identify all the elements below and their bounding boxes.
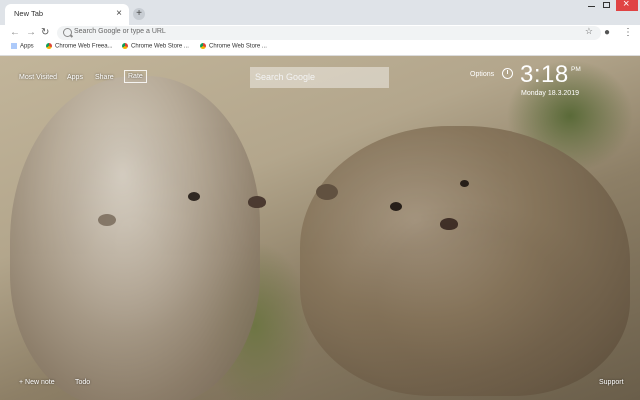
address-bar[interactable]: Search Google or type a URL ☆ xyxy=(57,26,601,40)
otter-ear xyxy=(316,184,338,200)
support-link[interactable]: Support xyxy=(599,379,624,386)
close-window-button[interactable] xyxy=(616,0,638,11)
back-icon[interactable]: ← xyxy=(10,27,20,39)
most-visited-link[interactable]: Most Visited xyxy=(19,74,57,81)
forward-icon[interactable]: → xyxy=(26,27,36,39)
todo-button[interactable]: Todo xyxy=(75,379,90,386)
bookmark-item[interactable]: Chrome Web Freea... xyxy=(46,43,113,50)
clock-ampm: PM xyxy=(571,66,581,73)
rate-button[interactable]: Rate xyxy=(124,70,147,83)
clock-time: 3:18 xyxy=(520,61,569,88)
menu-icon[interactable]: ⋮ xyxy=(623,27,633,39)
bookmark-label: Chrome Web Store ... xyxy=(209,43,267,50)
otter-eye xyxy=(390,202,402,211)
search-icon xyxy=(63,28,72,37)
tab-close-icon[interactable]: × xyxy=(116,7,122,21)
maximize-button[interactable] xyxy=(600,0,613,11)
tab-strip: New Tab × + xyxy=(0,0,640,25)
search-box[interactable]: Search Google xyxy=(250,67,389,88)
bookmark-label: Chrome Web Freea... xyxy=(55,43,113,50)
bookmark-apps[interactable]: Apps xyxy=(11,43,34,50)
tab-title: New Tab xyxy=(14,9,44,18)
bookmark-label: Apps xyxy=(20,43,34,50)
otter-nose xyxy=(248,196,266,208)
otter-eye xyxy=(188,192,200,201)
bookmark-label: Chrome Web Store ... xyxy=(131,43,189,50)
apps-grid-icon xyxy=(11,43,17,49)
profile-icon[interactable]: ● xyxy=(604,27,610,39)
otter-nose xyxy=(440,218,458,230)
new-tab-page: Most Visited Apps Share Rate Search Goog… xyxy=(0,56,640,400)
toolbar: ← → ↻ Search Google or type a URL ☆ ● ⋮ xyxy=(0,25,640,41)
minimize-button[interactable] xyxy=(585,0,598,11)
options-link[interactable]: Options xyxy=(470,71,494,78)
search-placeholder: Search Google xyxy=(255,72,316,82)
clock-icon[interactable] xyxy=(502,68,513,79)
tab-new-tab[interactable]: New Tab × xyxy=(5,4,129,25)
bookmark-item[interactable]: Chrome Web Store ... xyxy=(200,43,267,50)
new-tab-button[interactable]: + xyxy=(133,8,145,20)
clock-date: Monday 18.3.2019 xyxy=(521,90,579,97)
chrome-web-store-icon xyxy=(122,43,128,49)
browser-window: New Tab × + ← → ↻ Search Google or type … xyxy=(0,0,640,400)
reload-icon[interactable]: ↻ xyxy=(41,27,49,39)
share-link[interactable]: Share xyxy=(95,74,114,81)
address-placeholder: Search Google or type a URL xyxy=(74,28,166,35)
new-note-button[interactable]: + New note xyxy=(19,379,55,386)
bookmarks-bar: Apps Chrome Web Freea... Chrome Web Stor… xyxy=(0,41,640,56)
otter-eye xyxy=(460,180,469,187)
chrome-web-store-icon xyxy=(200,43,206,49)
chrome-web-store-icon xyxy=(46,43,52,49)
bookmark-item[interactable]: Chrome Web Store ... xyxy=(122,43,189,50)
otter-ear xyxy=(98,214,116,226)
apps-link[interactable]: Apps xyxy=(67,74,83,81)
otter-right-image xyxy=(300,126,630,396)
otter-left-image xyxy=(10,76,266,400)
bookmark-star-icon[interactable]: ☆ xyxy=(585,26,593,37)
